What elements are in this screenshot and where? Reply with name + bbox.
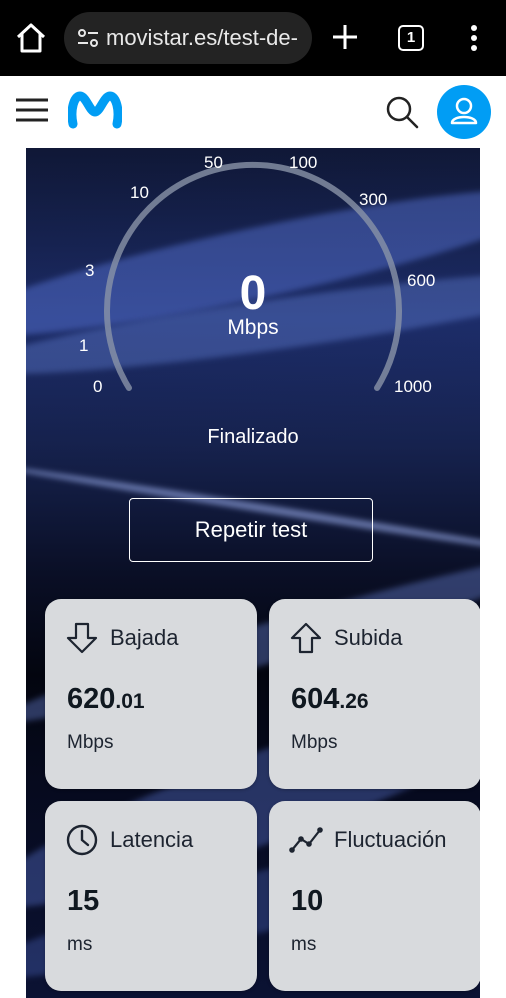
jitter-card: Fluctuación 10 ms bbox=[269, 801, 480, 991]
site-settings-icon[interactable] bbox=[76, 26, 100, 50]
upload-value: 604.26 bbox=[291, 683, 369, 715]
download-value: 620.01 bbox=[67, 683, 145, 715]
download-arrow-icon bbox=[66, 622, 98, 654]
download-unit: Mbps bbox=[67, 732, 114, 753]
more-options-icon[interactable] bbox=[470, 24, 478, 52]
upload-label: Subida bbox=[334, 625, 403, 650]
clock-icon bbox=[66, 824, 98, 856]
menu-icon[interactable] bbox=[15, 96, 49, 124]
upload-unit: Mbps bbox=[291, 732, 338, 753]
speedtest-panel: 50 100 10 300 3 600 1 0 1000 0 Mbps Fina… bbox=[26, 148, 480, 998]
account-button[interactable] bbox=[437, 85, 491, 139]
latency-value: 15 bbox=[67, 885, 100, 917]
current-speed-value: 0 bbox=[239, 267, 267, 320]
search-icon[interactable] bbox=[384, 94, 420, 130]
new-tab-icon[interactable] bbox=[330, 22, 360, 52]
repeat-test-button[interactable]: Repetir test bbox=[129, 498, 373, 562]
latency-card: Latencia 15 ms bbox=[45, 801, 257, 991]
gauge-tick: 100 bbox=[289, 153, 318, 172]
movistar-logo[interactable] bbox=[68, 90, 122, 130]
browser-toolbar: movistar.es/test-de- 1 bbox=[0, 0, 506, 76]
jitter-label: Fluctuación bbox=[334, 827, 447, 852]
site-header bbox=[0, 76, 506, 148]
gauge-tick: 50 bbox=[204, 153, 223, 172]
gauge-tick: 300 bbox=[359, 190, 388, 209]
latency-unit: ms bbox=[67, 934, 93, 955]
jitter-unit: ms bbox=[291, 934, 317, 955]
home-icon[interactable] bbox=[14, 22, 48, 54]
gauge-tick: 10 bbox=[130, 183, 149, 202]
download-label: Bajada bbox=[110, 625, 179, 650]
url-text: movistar.es/test-de- bbox=[106, 25, 298, 50]
user-icon bbox=[450, 97, 478, 125]
current-speed-unit: Mbps bbox=[227, 316, 279, 339]
latency-label: Latencia bbox=[110, 827, 194, 852]
trend-line-icon bbox=[289, 827, 323, 853]
upload-arrow-icon bbox=[290, 622, 322, 654]
gauge-tick: 1000 bbox=[394, 377, 432, 396]
upload-card: Subida 604.26 Mbps bbox=[269, 599, 480, 789]
address-bar[interactable]: movistar.es/test-de- bbox=[64, 12, 312, 64]
download-card: Bajada 620.01 Mbps bbox=[45, 599, 257, 789]
tab-switcher-button[interactable]: 1 bbox=[398, 25, 424, 51]
jitter-value: 10 bbox=[291, 885, 324, 917]
gauge-tick: 0 bbox=[93, 377, 103, 396]
test-status: Finalizado bbox=[207, 426, 299, 448]
